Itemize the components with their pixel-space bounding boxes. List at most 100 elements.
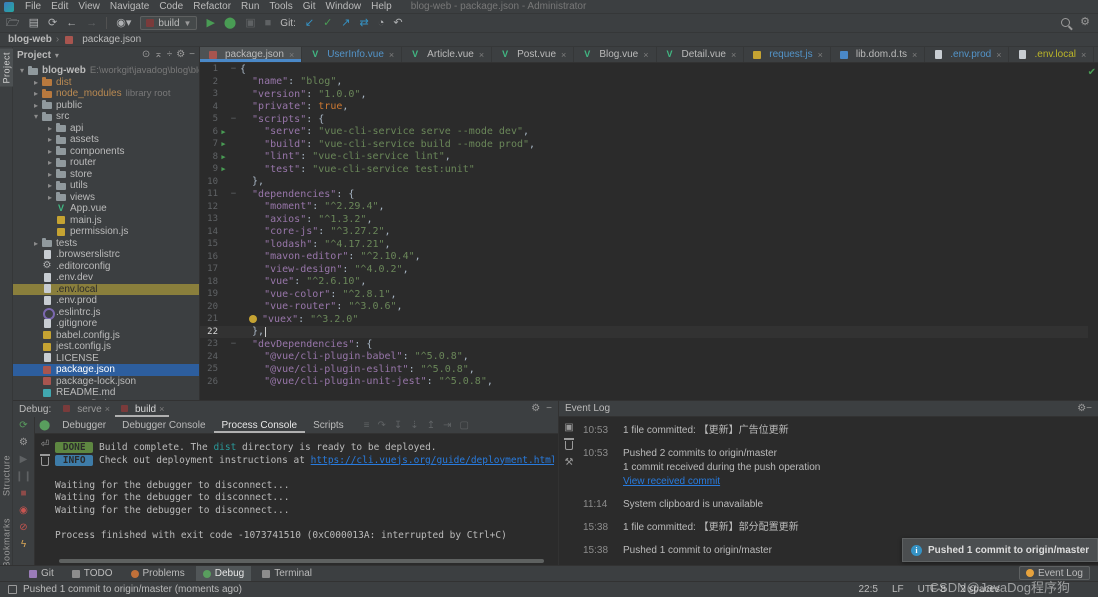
code-line-10[interactable]: 10 }, — [200, 176, 1088, 189]
close-icon[interactable]: × — [159, 404, 164, 414]
close-icon[interactable]: × — [105, 404, 110, 414]
tree-item-public[interactable]: ▸public — [13, 100, 199, 112]
tree-item-editorconfig[interactable]: ⚙.editorconfig — [13, 261, 199, 273]
tab-package-json[interactable]: package.json× — [200, 47, 302, 62]
tree-item-gitignore[interactable]: .gitignore — [13, 318, 199, 330]
debug-config-tab-serve[interactable]: serve× — [57, 401, 115, 417]
debug-tab-scripts[interactable]: Scripts — [305, 417, 352, 433]
tab-userinfo-vue[interactable]: VUserInfo.vue× — [302, 47, 402, 62]
menu-navigate[interactable]: Navigate — [105, 1, 154, 12]
tab-request-js[interactable]: request.js× — [744, 47, 831, 62]
mark-all-read-icon[interactable]: ▣ — [564, 423, 573, 433]
close-icon[interactable]: × — [389, 50, 394, 60]
debug-tab-process-console[interactable]: Process Console — [214, 417, 306, 433]
run-script-icon[interactable]: ▶ — [218, 128, 229, 136]
stop-icon[interactable]: ■ — [265, 18, 272, 29]
code-line-9[interactable]: 9▶ "test": "vue-cli-service test:unit" — [200, 163, 1088, 176]
project-panel-title[interactable]: Project — [17, 50, 51, 61]
rollback-icon[interactable]: ↶ — [393, 18, 402, 29]
sidebar-item-structure[interactable]: Structure — [0, 452, 13, 499]
tree-item-components[interactable]: ▸components — [13, 146, 199, 158]
tree-item-env-prod[interactable]: .env.prod — [13, 295, 199, 307]
chevron-down-icon[interactable]: ▾ — [17, 66, 27, 75]
menu-window[interactable]: Window — [321, 1, 367, 12]
fold-icon[interactable]: − — [229, 114, 238, 124]
code-line-23[interactable]: 23− "devDependencies": { — [200, 338, 1088, 351]
close-icon[interactable]: × — [561, 50, 566, 60]
code-line-22[interactable]: 22 }, — [200, 326, 1088, 339]
close-icon[interactable]: × — [912, 50, 917, 60]
tree-item-utils[interactable]: ▸utils — [13, 180, 199, 192]
code-line-1[interactable]: 1−{ — [200, 63, 1088, 76]
tree-item-views[interactable]: ▸views — [13, 192, 199, 204]
debug-icon[interactable]: ⬤ — [224, 18, 236, 29]
debug-tab-debugger-console[interactable]: Debugger Console — [114, 417, 213, 433]
coverage-icon[interactable]: ▣ — [245, 18, 255, 29]
tree-item-tests[interactable]: ▸tests — [13, 238, 199, 250]
code-editor[interactable]: 1−{2 "name": "blog",3 "version": "1.0.0"… — [200, 63, 1088, 400]
tree-item-router[interactable]: ▸router — [13, 157, 199, 169]
back-icon[interactable]: ← — [66, 18, 77, 29]
chevron-right-icon[interactable]: ▸ — [45, 124, 55, 133]
tree-item-env-local[interactable]: .env.local — [13, 284, 199, 296]
code-line-2[interactable]: 2 "name": "blog", — [200, 76, 1088, 89]
force-step-into-icon[interactable]: ⇣ — [410, 420, 418, 431]
chevron-right-icon[interactable]: ▸ — [31, 78, 41, 87]
chevron-right-icon[interactable]: ▸ — [31, 239, 41, 248]
intention-bulb-icon[interactable] — [249, 315, 257, 323]
code-line-4[interactable]: 4 "private": true, — [200, 101, 1088, 114]
save-icon[interactable]: ▤ — [29, 18, 39, 29]
close-icon[interactable]: × — [479, 50, 484, 60]
user-dropdown-icon[interactable]: ◉▾ — [116, 18, 131, 29]
code-line-8[interactable]: 8▶ "lint": "vue-cli-service lint", — [200, 151, 1088, 164]
code-line-7[interactable]: 7▶ "build": "vue-cli-service build --mod… — [200, 138, 1088, 151]
close-icon[interactable]: × — [643, 50, 648, 60]
chevron-right-icon[interactable]: ▸ — [45, 147, 55, 156]
git-commit-icon[interactable]: ✓ — [323, 18, 332, 29]
panel-settings-icon[interactable]: ⚙ — [531, 404, 540, 414]
close-icon[interactable]: × — [818, 50, 823, 60]
tree-item-blog-web[interactable]: ▾blog-webE:\workgit\javadog\blog\blog-we… — [13, 65, 199, 77]
tree-item-main-js[interactable]: main.js — [13, 215, 199, 227]
run-icon[interactable]: ▶ — [206, 18, 214, 29]
debug-settings-icon[interactable]: ⚙ — [19, 438, 28, 448]
code-line-6[interactable]: 6▶ "serve": "vue-cli-service serve --mod… — [200, 126, 1088, 139]
breadcrumb-file[interactable]: package.json — [82, 34, 141, 45]
run-config-combo[interactable]: build ▼ — [140, 16, 197, 30]
pause-icon[interactable]: ❙❙ — [15, 472, 32, 482]
code-line-26[interactable]: 26 "@vue/cli-plugin-unit-jest": "^5.0.8"… — [200, 376, 1088, 389]
chevron-right-icon[interactable]: ▸ — [45, 181, 55, 190]
clear-log-icon[interactable] — [565, 441, 573, 450]
code-line-17[interactable]: 17 "view-design": "^4.0.2", — [200, 263, 1088, 276]
run-script-icon[interactable]: ▶ — [218, 153, 229, 161]
tree-item-babel-config-js[interactable]: babel.config.js — [13, 330, 199, 342]
tree-item-node-modules[interactable]: ▸node_moduleslibrary root — [13, 88, 199, 100]
run-to-cursor-icon[interactable]: ⇥ — [443, 420, 451, 431]
resume-icon[interactable]: ▶ — [20, 455, 28, 465]
hide-panel-icon[interactable]: − — [189, 50, 195, 60]
chevron-right-icon[interactable]: ▸ — [31, 89, 41, 98]
chevron-down-icon[interactable]: ▾ — [31, 112, 41, 121]
clear-console-icon[interactable] — [41, 457, 49, 466]
step-over-icon[interactable]: ↷ — [378, 420, 386, 431]
code-line-20[interactable]: 20 "vue-router": "^3.0.6", — [200, 301, 1088, 314]
mute-breakpoints-icon[interactable]: ⊘ — [19, 523, 27, 533]
menu-view[interactable]: View — [73, 1, 105, 12]
debug-console[interactable]: DONE Build complete. The dist directory … — [55, 434, 554, 557]
code-line-5[interactable]: 5− "scripts": { — [200, 113, 1088, 126]
code-line-25[interactable]: 25 "@vue/cli-plugin-eslint": "^5.0.8", — [200, 363, 1088, 376]
menu-tools[interactable]: Tools — [264, 1, 297, 12]
code-line-21[interactable]: 21"vuex": "^3.2.0" — [200, 313, 1088, 326]
tree-item-package-lock-json[interactable]: package-lock.json — [13, 376, 199, 388]
log-settings-icon[interactable]: ⚒ — [565, 458, 574, 468]
code-line-18[interactable]: 18 "vue": "^2.6.10", — [200, 276, 1088, 289]
panel-settings-icon[interactable]: ⚙ — [176, 50, 185, 60]
status-message[interactable]: Pushed 1 commit to origin/master (moment… — [23, 584, 242, 595]
more-tabs-icon[interactable]: ⋮ — [1094, 47, 1098, 62]
code-line-19[interactable]: 19 "vue-color": "^2.8.1", — [200, 288, 1088, 301]
sync-icon[interactable]: ⟳ — [48, 18, 57, 29]
menu-file[interactable]: File — [20, 1, 46, 12]
open-icon[interactable]: 🗁 — [6, 18, 20, 29]
tree-item-store[interactable]: ▸store — [13, 169, 199, 181]
code-line-3[interactable]: 3 "version": "1.0.0", — [200, 88, 1088, 101]
